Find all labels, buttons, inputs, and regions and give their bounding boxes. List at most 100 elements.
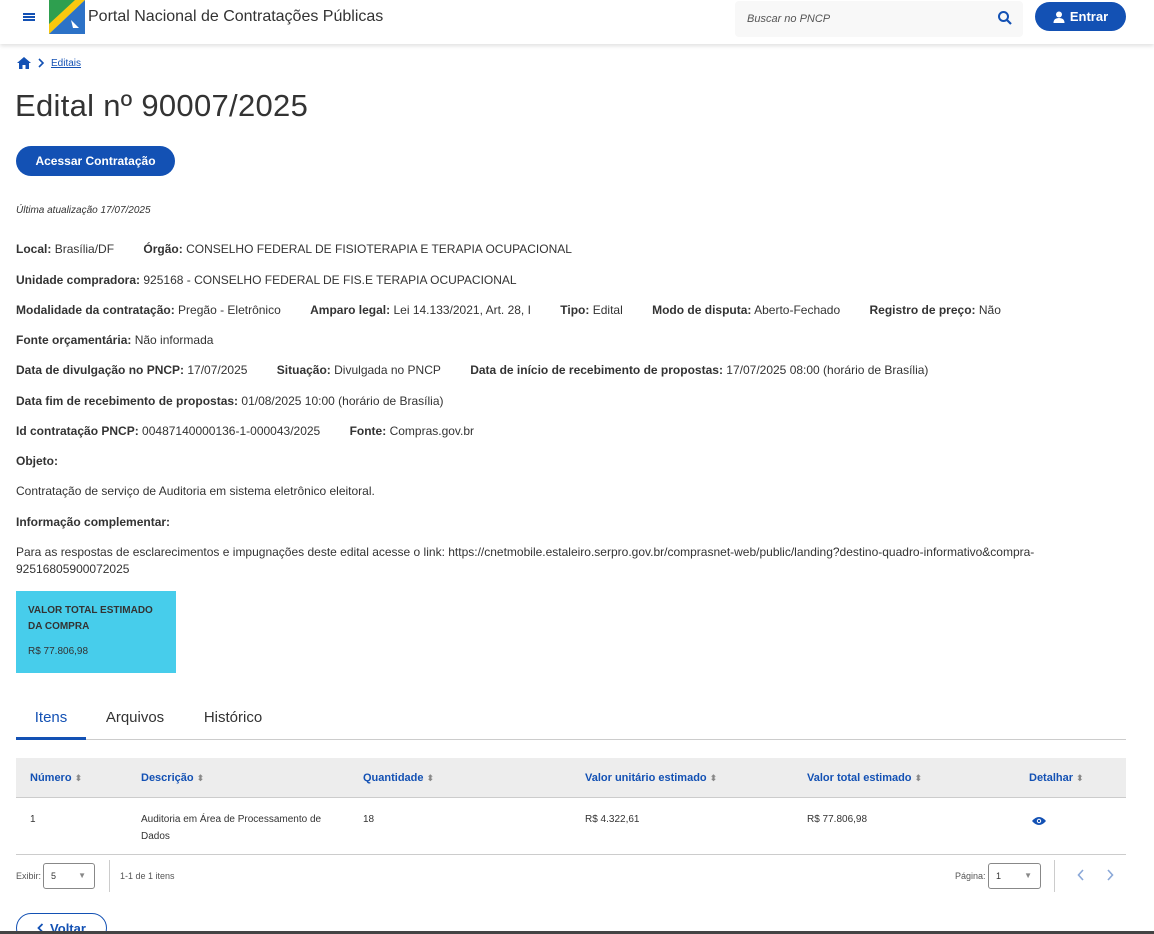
- search-box: [735, 1, 1023, 37]
- data-fim-value: 01/08/2025 10:00 (horário de Brasília): [241, 394, 444, 408]
- sort-icon: ⬍: [74, 773, 83, 783]
- sort-icon: ⬍: [1076, 773, 1084, 783]
- data-div-value: 17/07/2025: [187, 363, 248, 377]
- objeto-label: Objeto:: [16, 454, 58, 468]
- table-header: Número ⬍ Descrição ⬍ Quantidade ⬍ Valor uni…: [16, 758, 1126, 798]
- tab-historico[interactable]: Histórico: [192, 698, 274, 740]
- orgao-label: Órgão:: [143, 242, 183, 256]
- local-label: Local:: [16, 242, 52, 256]
- exibir-label: Exibir:: [16, 871, 42, 881]
- cell-descricao: Auditoria em Área de Processamento de Da…: [141, 814, 322, 842]
- th-quantidade[interactable]: Quantidade ⬍: [363, 758, 434, 798]
- total-value-amount: R$ 77.806,98: [28, 646, 89, 657]
- fonte-orc-value: Não informada: [134, 333, 214, 347]
- th-valor-unitario[interactable]: Valor unitário estimado ⬍: [585, 758, 717, 798]
- tab-itens[interactable]: Itens: [16, 698, 86, 740]
- items-table: Número ⬍ Descrição ⬍ Quantidade ⬍ Valor uni…: [16, 758, 1126, 855]
- modo-label: Modo de disputa:: [652, 303, 752, 317]
- cell-valor-unitario: R$ 4.322,61: [585, 814, 640, 825]
- sort-icon: ⬍: [709, 773, 718, 783]
- page-title: Edital nº 90007/2025: [15, 88, 309, 123]
- th-descricao[interactable]: Descrição ⬍: [141, 758, 204, 798]
- unidade-label: Unidade compradora:: [16, 273, 141, 287]
- breadcrumb: Editais: [17, 57, 81, 69]
- cell-quantidade: 18: [363, 814, 375, 825]
- total-value-card: VALOR TOTAL ESTIMADO DA COMPRA R$ 77.806…: [16, 591, 176, 673]
- range-text: 1-1 de 1 itens: [120, 871, 175, 881]
- tab-arquivos[interactable]: Arquivos: [94, 698, 176, 740]
- unidade-value: 925168 - CONSELHO FEDERAL DE FIS.E TERAP…: [143, 273, 517, 287]
- page-size-select[interactable]: 5 ▼: [43, 863, 95, 889]
- details-row-id: Id contratação PNCP: 00487140000136-1-00…: [16, 424, 500, 438]
- details-row-unidade: Unidade compradora: 925168 - CONSELHO FE…: [16, 273, 543, 287]
- modalidade-value: Pregão - Eletrônico: [178, 303, 281, 317]
- divider: [1054, 860, 1055, 892]
- cell-valor-total: R$ 77.806,98: [807, 814, 868, 825]
- info-complementar-label: Informação complementar:: [16, 515, 171, 529]
- page-select[interactable]: 1 ▼: [988, 863, 1041, 889]
- caret-down-icon: ▼: [78, 871, 86, 880]
- amparo-value: Lei 14.133/2021, Art. 28, I: [393, 303, 531, 317]
- situacao-label: Situação:: [276, 363, 331, 377]
- portal-title[interactable]: Portal Nacional de Contratações Públicas: [88, 8, 383, 26]
- details-row-local: Local: Brasília/DF Órgão: CONSELHO FEDER…: [16, 242, 598, 256]
- sort-icon: ⬍: [196, 773, 205, 783]
- pncp-logo[interactable]: [49, 0, 85, 34]
- tipo-value: Edital: [592, 303, 623, 317]
- registro-value: Não: [978, 303, 1001, 317]
- search-icon[interactable]: [997, 10, 1013, 26]
- login-label: Entrar: [1069, 9, 1109, 24]
- search-input[interactable]: [735, 1, 985, 37]
- fonte-orc-label: Fonte orçamentária:: [16, 333, 132, 347]
- info-complementar-text: Para as respostas de esclarecimentos e i…: [16, 545, 1035, 576]
- hamburger-menu-icon[interactable]: [22, 10, 40, 28]
- eye-icon[interactable]: [1032, 815, 1046, 832]
- details-row-fonte-orc: Fonte orçamentária: Não informada: [16, 333, 239, 347]
- amparo-label: Amparo legal:: [310, 303, 391, 317]
- total-value-label: VALOR TOTAL ESTIMADO DA COMPRA: [28, 605, 153, 632]
- details-row-modalidade: Modalidade da contratação: Pregão - Elet…: [16, 303, 1027, 317]
- access-contract-button[interactable]: Acessar Contratação: [16, 146, 175, 176]
- pagination: Exibir: 5 ▼ 1-1 de 1 itens Página: 1 ▼: [16, 860, 1126, 892]
- prev-page-icon[interactable]: [1073, 866, 1089, 886]
- details-row-info-label: Informação complementar:: [16, 515, 170, 529]
- fonte-value: Compras.gov.br: [389, 424, 475, 438]
- data-inicio-value: 17/07/2025 08:00 (horário de Brasília): [726, 363, 929, 377]
- fonte-label: Fonte:: [349, 424, 387, 438]
- site-header: Portal Nacional de Contratações Públicas…: [0, 0, 1154, 44]
- tipo-label: Tipo:: [560, 303, 590, 317]
- id-value: 00487140000136-1-000043/2025: [142, 424, 321, 438]
- login-button[interactable]: Entrar: [1035, 2, 1126, 31]
- chevron-right-icon: [38, 58, 45, 68]
- next-page-icon[interactable]: [1102, 866, 1118, 886]
- details-row-objeto-label: Objeto:: [16, 454, 58, 468]
- breadcrumb-editais-link[interactable]: Editais: [51, 58, 81, 69]
- orgao-value: CONSELHO FEDERAL DE FISIOTERAPIA E TERAP…: [186, 242, 572, 256]
- objeto-text: Contratação de serviço de Auditoria em s…: [16, 484, 375, 498]
- table-row: 1 Auditoria em Área de Processamento de …: [16, 798, 1126, 855]
- caret-down-icon: ▼: [1024, 871, 1032, 880]
- th-detalhar[interactable]: Detalhar ⬍: [1029, 758, 1084, 798]
- page-select-value: 1: [996, 871, 1002, 881]
- tabs: Itens Arquivos Histórico: [16, 698, 1126, 740]
- th-valor-total[interactable]: Valor total estimado ⬍: [807, 758, 922, 798]
- data-inicio-label: Data de início de recebimento de propost…: [470, 363, 723, 377]
- modalidade-label: Modalidade da contratação:: [16, 303, 175, 317]
- page-size-value: 5: [51, 871, 57, 881]
- cell-numero: 1: [30, 814, 36, 825]
- details-row-data-fim: Data fim de recebimento de propostas: 01…: [16, 394, 470, 408]
- modo-value: Aberto-Fechado: [754, 303, 841, 317]
- details-row-divulgacao: Data de divulgação no PNCP: 17/07/2025 S…: [16, 363, 954, 377]
- sort-icon: ⬍: [914, 773, 923, 783]
- divider: [109, 860, 110, 892]
- id-label: Id contratação PNCP:: [16, 424, 139, 438]
- last-update-text: Última atualização 17/07/2025: [16, 205, 151, 216]
- user-icon: [1053, 11, 1065, 23]
- home-icon[interactable]: [17, 57, 31, 69]
- data-fim-label: Data fim de recebimento de propostas:: [16, 394, 239, 408]
- th-numero[interactable]: Número ⬍: [30, 758, 82, 798]
- local-value: Brasília/DF: [54, 242, 115, 256]
- situacao-value: Divulgada no PNCP: [334, 363, 441, 377]
- registro-label: Registro de preço:: [869, 303, 976, 317]
- sort-icon: ⬍: [426, 773, 435, 783]
